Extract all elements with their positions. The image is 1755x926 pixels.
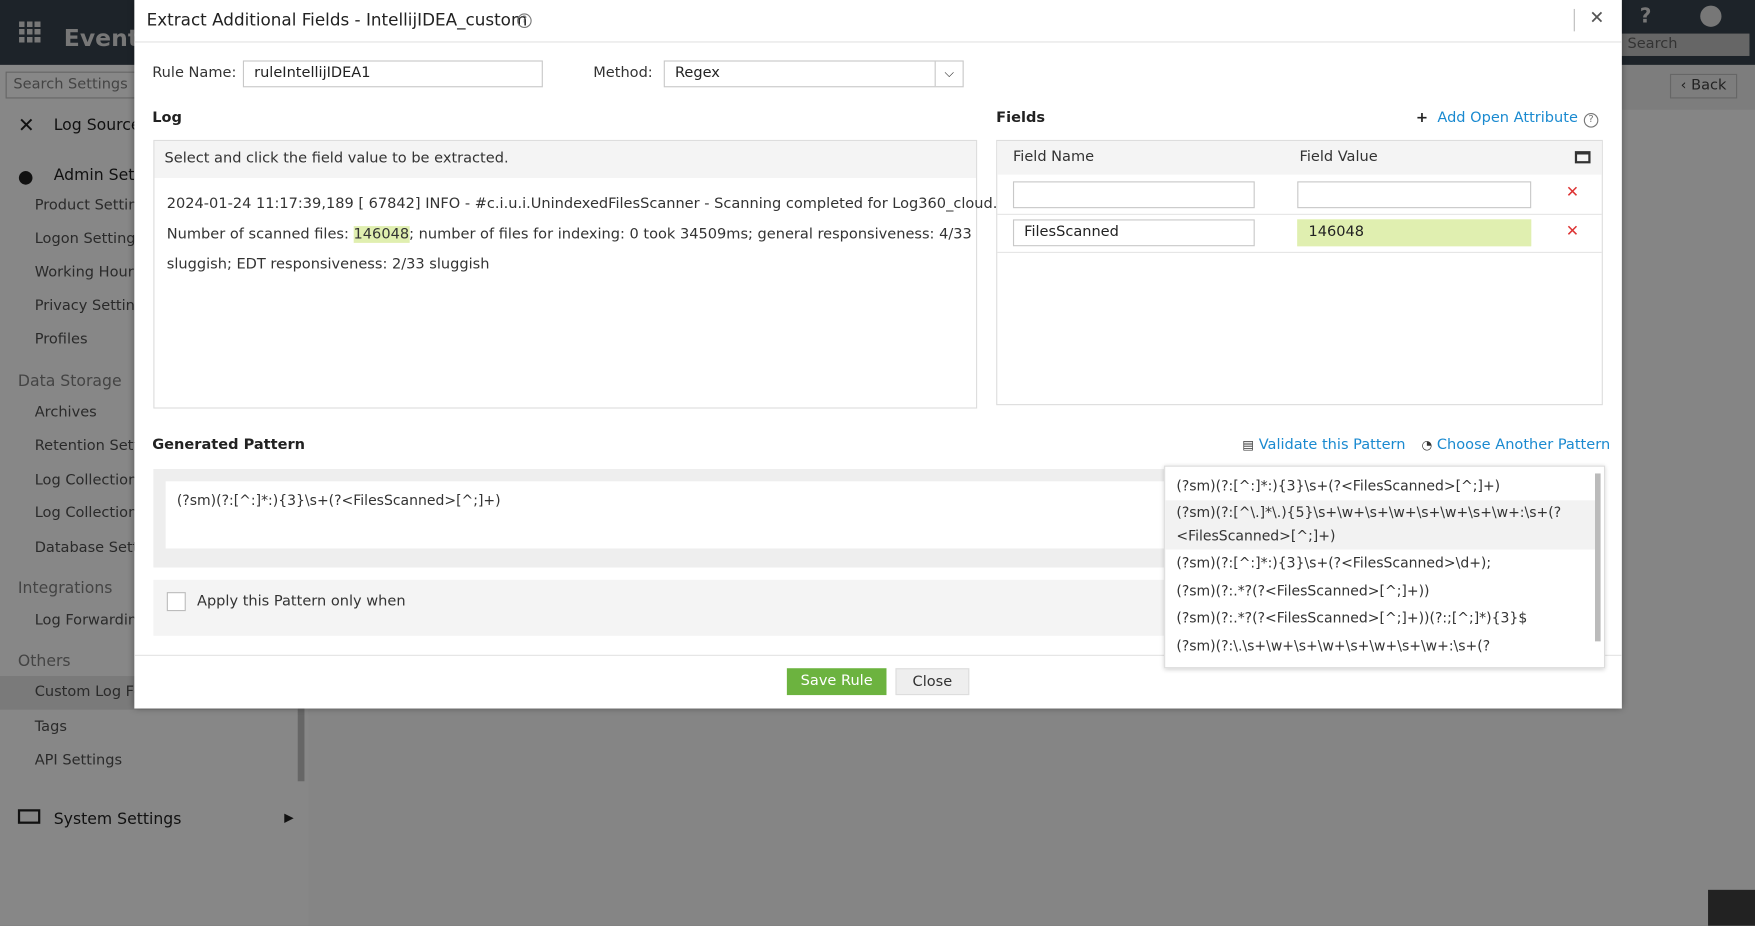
divider [1573, 8, 1575, 32]
log-box: Select and click the field value to be e… [153, 139, 997, 409]
sidebar-item[interactable]: Working Hour S [35, 264, 148, 281]
log-instruction: Select and click the field value to be e… [154, 141, 977, 178]
user-avatar[interactable] [1700, 5, 1722, 27]
admin-icon: ● [17, 165, 34, 187]
dialog-title: Extract Additional Fields - IntellijIDEA… [146, 10, 528, 31]
sidebar-group-integrations: Integrations [17, 579, 113, 598]
chat-icon[interactable] [1708, 889, 1755, 926]
sidebar-item-active[interactable]: Custom Log Fo [35, 684, 143, 701]
rule-name-input[interactable]: ruleIntellijIDEA1 [242, 60, 543, 88]
fields-table: Field Name Field Value ✕ FilesScanned 14… [996, 139, 1603, 406]
sidebar-item[interactable]: Profiles [35, 331, 88, 348]
validate-pattern-link[interactable]: ▤ Validate this Pattern [1242, 437, 1405, 454]
delete-row-icon[interactable]: ✕ [1566, 184, 1579, 202]
sidebar-item[interactable]: Database Setti [35, 540, 143, 557]
sidebar-item[interactable]: Log Forwarding [35, 612, 147, 629]
add-column-icon[interactable] [1574, 151, 1591, 164]
sidebar-item[interactable]: Product Setting [35, 197, 147, 214]
header-divider [134, 41, 1622, 43]
col-field-name: Field Name [1012, 148, 1095, 166]
apps-grid-icon[interactable] [19, 20, 42, 43]
sidebar-admin-settings[interactable]: Admin Setti [54, 167, 145, 185]
pattern-option[interactable]: (?sm)(?:[^\.]*\.){5}\s+\w+\s+\w+\s+\w+\s… [1165, 500, 1596, 550]
sidebar-item[interactable]: Archives [35, 404, 97, 421]
add-open-attribute-link[interactable]: + Add Open Attribute [1416, 110, 1578, 127]
apply-condition-checkbox[interactable] [166, 592, 186, 612]
table-row: ✕ [997, 175, 1602, 215]
choose-another-pattern-link[interactable]: ◔ Choose Another Pattern [1422, 437, 1611, 454]
title-help-icon[interactable]: ? [517, 13, 532, 28]
sidebar-group-others: Others [17, 652, 71, 671]
fields-heading: Fields [996, 109, 1046, 127]
field-name-input[interactable]: FilesScanned [1012, 219, 1255, 247]
sidebar-system-settings[interactable]: System Settings [54, 810, 182, 828]
pattern-option[interactable]: (?sm)(?:.*?(?<FilesScanned>[^;]+))(?:;[^… [1165, 606, 1595, 630]
generated-pattern-heading: Generated Pattern [152, 436, 305, 454]
back-button[interactable]: ‹ Back [1669, 73, 1738, 99]
delete-row-icon[interactable]: ✕ [1566, 223, 1579, 241]
method-select[interactable]: Regex ⌵ [663, 60, 964, 88]
field-value-input[interactable] [1297, 181, 1532, 209]
sidebar-item[interactable]: Tags [35, 719, 67, 736]
pattern-options-dropdown: (?sm)(?:[^:]*:){3}\s+(?<FilesScanned>[^;… [1164, 465, 1606, 669]
field-name-input[interactable] [1012, 181, 1255, 209]
pattern-option[interactable]: (?sm)(?:.*?(?<FilesScanned>[^;]+)) [1165, 579, 1595, 603]
col-field-value: Field Value [1299, 148, 1378, 166]
chevron-right-icon: ▶ [284, 810, 294, 825]
close-button[interactable]: Close [895, 668, 970, 696]
chevron-down-icon: ⌵ [934, 61, 963, 87]
fields-help-icon[interactable]: ? [1583, 113, 1599, 128]
sidebar-item[interactable]: API Settings [35, 752, 122, 769]
monitor-gear-icon [17, 809, 41, 824]
pattern-option[interactable]: (?sm)(?:[^:]*:){3}\s+(?<FilesScanned>[^;… [1165, 473, 1595, 497]
sidebar-item[interactable]: Log Collection F [35, 505, 151, 522]
rule-name-label: Rule Name: [152, 64, 237, 82]
tools-icon: ✕ [17, 114, 35, 138]
dropdown-scrollbar[interactable] [1595, 473, 1601, 642]
close-icon[interactable]: ✕ [1589, 7, 1604, 28]
apply-condition-label: Apply this Pattern only when [196, 593, 406, 611]
top-search-input[interactable]: Search [1611, 33, 1750, 56]
sidebar-item[interactable]: Log Collection [35, 472, 138, 489]
sidebar-item[interactable]: Retention Setti [35, 438, 143, 455]
log-heading: Log [152, 109, 182, 127]
field-value-input[interactable]: 146048 [1297, 219, 1532, 247]
pattern-option[interactable]: (?sm)(?:\.\s+\w+\s+\w+\s+\w+\s+\w+:\s+(? [1165, 634, 1595, 658]
pattern-option[interactable]: (?sm)(?:[^:]*:){3}\s+(?<FilesScanned>\d+… [1165, 551, 1595, 575]
selected-value-highlight[interactable]: 146048 [353, 226, 409, 243]
search-settings-input[interactable]: Search Settings [5, 71, 143, 99]
extract-fields-dialog: Extract Additional Fields - IntellijIDEA… [134, 0, 1622, 709]
save-rule-button[interactable]: Save Rule [786, 668, 887, 696]
table-row: FilesScanned 146048 ✕ [997, 214, 1602, 253]
log-text: 2024-01-24 11:17:39,189 [ 67842] INFO - … [166, 195, 998, 274]
sidebar-item[interactable]: Logon Settings [35, 231, 143, 248]
help-icon[interactable]: ? [1640, 4, 1652, 28]
sidebar-group-data-storage: Data Storage [17, 372, 122, 391]
fields-table-header: Field Name Field Value [997, 141, 1602, 175]
method-label: Method: [593, 64, 653, 82]
